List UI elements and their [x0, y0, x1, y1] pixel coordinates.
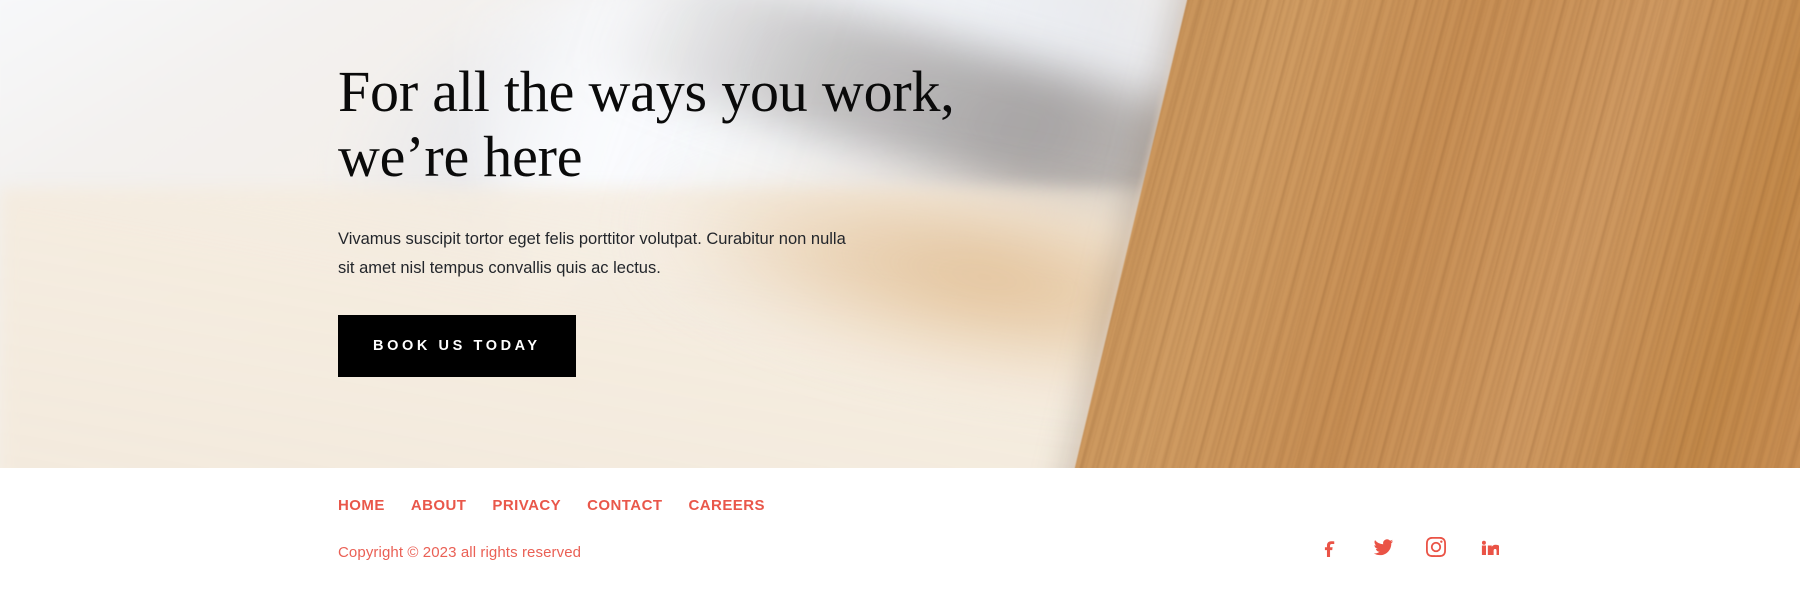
facebook-link[interactable] [1319, 536, 1341, 558]
hero-section: For all the ways you work, we’re here Vi… [0, 0, 1800, 468]
instagram-icon [1426, 537, 1446, 557]
footer-link-about[interactable]: ABOUT [411, 497, 467, 514]
facebook-icon [1320, 537, 1340, 557]
footer-link-privacy[interactable]: PRIVACY [492, 497, 561, 514]
site-footer: HOME ABOUT PRIVACY CONTACT CAREERS Copyr… [0, 468, 1800, 597]
copyright-text: Copyright © 2023 all rights reserved [338, 544, 582, 561]
twitter-link[interactable] [1372, 536, 1394, 558]
book-us-today-button[interactable]: BOOK US TODAY [338, 315, 576, 377]
footer-link-careers[interactable]: CAREERS [688, 497, 765, 514]
linkedin-link[interactable] [1478, 536, 1500, 558]
hero-content: For all the ways you work, we’re here Vi… [338, 0, 978, 468]
footer-link-contact[interactable]: CONTACT [587, 497, 662, 514]
landing-page: For all the ways you work, we’re here Vi… [0, 0, 1800, 597]
twitter-icon [1373, 537, 1394, 558]
instagram-link[interactable] [1425, 536, 1447, 558]
footer-navigation: HOME ABOUT PRIVACY CONTACT CAREERS [338, 497, 765, 514]
hero-heading: For all the ways you work, we’re here [338, 59, 955, 189]
linkedin-icon [1480, 538, 1499, 557]
social-links [1319, 536, 1500, 558]
hero-paragraph: Vivamus suscipit tortor eget felis portt… [338, 230, 846, 278]
footer-link-home[interactable]: HOME [338, 497, 385, 514]
